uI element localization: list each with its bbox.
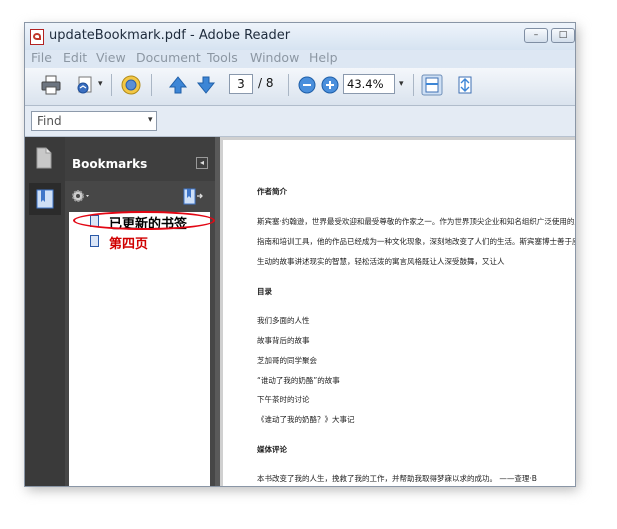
doc-text-line: 斯宾塞·约翰逊，世界最受欢迎和最受尊敬的作家之一。作为世界顶尖企业和知名组织广泛… [257, 217, 576, 226]
bookmark-list [69, 212, 210, 486]
doc-text-line: 《谁动了我的奶酪？》大事记 [257, 415, 355, 424]
toolbar-separator [288, 74, 289, 96]
find-input[interactable]: Find [31, 111, 157, 131]
minimize-button[interactable]: – [524, 28, 548, 43]
doc-text-line: 故事背后的故事 [257, 336, 310, 345]
collapse-panel-button[interactable]: ◂ [196, 157, 208, 169]
menu-edit[interactable]: Edit [63, 50, 87, 65]
find-bar: Find ▾ [25, 106, 575, 137]
menu-file[interactable]: File [31, 50, 52, 65]
doc-heading: 媒体评论 [257, 445, 287, 454]
toolbar-separator [413, 74, 414, 96]
bookmark-item-page-four[interactable]: 第四页 [109, 233, 148, 252]
menu-document[interactable]: Document [136, 50, 201, 65]
menu-bar: File Edit View Document Tools Window Hel… [25, 50, 575, 68]
zoom-level-input[interactable]: 43.4% [343, 74, 395, 94]
email-icon[interactable] [74, 74, 96, 96]
next-page-icon[interactable] [195, 74, 217, 96]
doc-text-line: 本书改变了我的人生，挽救了我的工作，并帮助我取得梦寐以求的成功。 ——查理·B [257, 474, 537, 483]
doc-heading: 作者简介 [257, 187, 287, 196]
fit-page-icon[interactable] [421, 74, 443, 96]
menu-help[interactable]: Help [309, 50, 338, 65]
adobe-pdf-icon [30, 29, 44, 45]
bookmarks-panel-icon[interactable] [36, 189, 54, 209]
doc-text-line: “谁动了我的奶酪”的故事 [257, 376, 340, 385]
pages-panel-icon[interactable] [35, 147, 53, 169]
bookmarks-title: Bookmarks [72, 157, 148, 171]
bookmark-icon [90, 235, 99, 247]
menu-view[interactable]: View [96, 50, 126, 65]
zoom-in-icon[interactable] [319, 74, 341, 96]
doc-heading: 目录 [257, 287, 272, 296]
find-dropdown-arrow[interactable]: ▾ [148, 115, 153, 125]
zoom-dropdown-arrow[interactable]: ▾ [399, 79, 404, 89]
highlight-ellipse [73, 211, 215, 230]
reader-window: updateBookmark.pdf - Adobe Reader – □ Fi… [24, 22, 576, 487]
page-total: / 8 [258, 76, 274, 90]
doc-text-line: 我们多面的人性 [257, 316, 310, 325]
maximize-button[interactable]: □ [551, 28, 575, 43]
window-title: updateBookmark.pdf - Adobe Reader [49, 28, 291, 43]
fit-width-icon[interactable] [454, 74, 476, 96]
new-bookmark-icon[interactable] [182, 188, 204, 206]
title-bar[interactable]: updateBookmark.pdf - Adobe Reader – □ [25, 23, 575, 50]
email-dropdown-arrow[interactable]: ▾ [98, 79, 103, 89]
previous-page-icon[interactable] [167, 74, 189, 96]
collaborate-icon[interactable] [120, 74, 142, 96]
page-number-input[interactable]: 3 [229, 74, 253, 94]
menu-tools[interactable]: Tools [207, 50, 238, 65]
toolbar-separator [111, 74, 112, 96]
zoom-out-icon[interactable] [296, 74, 318, 96]
doc-text-line: 芝加哥的同学聚会 [257, 356, 317, 365]
menu-window[interactable]: Window [250, 50, 299, 65]
doc-text-line: 指南和培训工具，他的作品已经成为一种文化现象，深刻地改变了人们的生活。斯宾塞博士… [257, 237, 576, 246]
doc-text-line: 下午茶时的讨论 [257, 395, 310, 404]
print-icon[interactable] [40, 74, 62, 96]
options-gear-icon[interactable] [71, 188, 93, 204]
toolbar-separator [151, 74, 152, 96]
doc-text-line: 生动的故事讲述现实的智慧，轻松活泼的寓言风格既让人深受鼓舞，又让人 [257, 257, 505, 266]
